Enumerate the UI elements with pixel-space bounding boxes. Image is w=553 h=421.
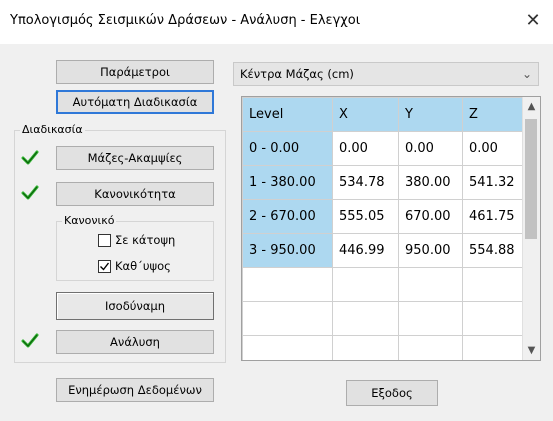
scroll-up-icon[interactable]: ▲ <box>523 101 540 112</box>
result-type-dropdown[interactable]: Κέντρα Μάζας (cm) ⌄ <box>233 62 539 86</box>
vertical-scrollbar[interactable]: ▲ ▼ <box>522 97 540 360</box>
cell-x[interactable]: 555.05 <box>332 199 399 234</box>
close-icon[interactable]: ✕ <box>523 10 543 31</box>
regularity-button[interactable]: Κανονικότητα <box>56 182 214 206</box>
column-header-z[interactable]: Z <box>462 97 527 132</box>
empty-row <box>242 335 527 360</box>
cell-y[interactable]: 950.00 <box>398 233 463 268</box>
auto-procedure-button[interactable]: Αυτόματη Διαδικασία <box>56 90 214 114</box>
results-grid[interactable]: Level X Y Z 0 - 0.00 0.00 0.00 0.00 1 - … <box>241 96 541 361</box>
parameters-button[interactable]: Παράμετροι <box>56 60 214 84</box>
row-level-cell[interactable]: 2 - 670.00 <box>242 199 333 234</box>
empty-row <box>242 301 527 336</box>
table-row: 1 - 380.00 534.78 380.00 541.32 <box>242 165 527 200</box>
column-header-level[interactable]: Level <box>242 97 333 132</box>
analysis-button[interactable]: Ανάλυση <box>56 330 214 354</box>
chevron-down-icon[interactable]: ⌄ <box>522 67 532 81</box>
regularity-done-check-icon <box>21 185 39 200</box>
masses-done-check-icon <box>21 150 39 165</box>
in-plan-checkbox-box[interactable] <box>98 233 111 247</box>
result-type-selected: Κέντρα Μάζας (cm) <box>240 67 354 81</box>
empty-row <box>242 267 527 302</box>
update-data-button[interactable]: Ενημέρωση Δεδομένων <box>56 378 214 402</box>
cell-y[interactable]: 670.00 <box>398 199 463 234</box>
cell-y[interactable]: 0.00 <box>398 131 463 166</box>
scroll-thumb[interactable] <box>525 119 537 239</box>
regular-group-label: Κανονικό <box>62 214 117 227</box>
column-header-y[interactable]: Y <box>398 97 463 132</box>
column-header-x[interactable]: X <box>332 97 399 132</box>
in-plan-label: Σε κάτοψη <box>115 233 176 247</box>
in-height-label: Καθ΄υψος <box>115 259 171 273</box>
results-table: Level X Y Z 0 - 0.00 0.00 0.00 0.00 1 - … <box>242 97 527 360</box>
in-height-checkbox-box[interactable] <box>98 259 111 273</box>
window-title: Υπολογισμός Σεισμικών Δράσεων - Ανάλυση … <box>10 13 361 28</box>
masses-stiffness-button[interactable]: Μάζες-Ακαμψίες <box>56 146 214 170</box>
cell-z[interactable]: 0.00 <box>462 131 527 166</box>
row-level-cell[interactable]: 1 - 380.00 <box>242 165 333 200</box>
procedure-group-label: Διαδικασία <box>20 123 85 136</box>
title-bar: Υπολογισμός Σεισμικών Δράσεων - Ανάλυση … <box>0 0 553 44</box>
table-header-row: Level X Y Z <box>242 97 527 132</box>
cell-z[interactable]: 554.88 <box>462 233 527 268</box>
checkmark-icon <box>100 262 110 271</box>
in-height-checkbox[interactable]: Καθ΄υψος <box>98 259 171 273</box>
exit-button[interactable]: Εξοδος <box>346 380 438 406</box>
row-level-cell[interactable]: 3 - 950.00 <box>242 233 333 268</box>
equivalent-button[interactable]: Ισοδύναμη <box>56 292 214 320</box>
table-row: 0 - 0.00 0.00 0.00 0.00 <box>242 131 527 166</box>
cell-z[interactable]: 461.75 <box>462 199 527 234</box>
cell-x[interactable]: 0.00 <box>332 131 399 166</box>
table-row: 3 - 950.00 446.99 950.00 554.88 <box>242 233 527 268</box>
cell-x[interactable]: 534.78 <box>332 165 399 200</box>
analysis-done-check-icon <box>21 333 39 348</box>
cell-x[interactable]: 446.99 <box>332 233 399 268</box>
table-row: 2 - 670.00 555.05 670.00 461.75 <box>242 199 527 234</box>
row-level-cell[interactable]: 0 - 0.00 <box>242 131 333 166</box>
scroll-down-icon[interactable]: ▼ <box>523 345 540 356</box>
cell-z[interactable]: 541.32 <box>462 165 527 200</box>
in-plan-checkbox[interactable]: Σε κάτοψη <box>98 233 175 247</box>
cell-y[interactable]: 380.00 <box>398 165 463 200</box>
